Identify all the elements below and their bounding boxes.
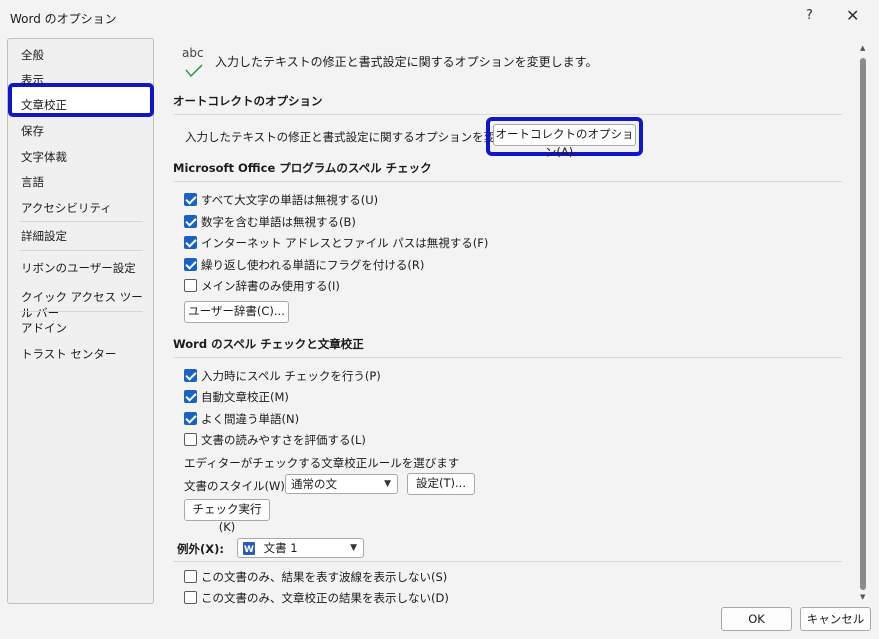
panel-description: 入力したテキストの修正と書式設定に関するオプションを変更します。 [215,55,598,69]
ok-button[interactable]: OK [721,607,792,631]
writing-style-select[interactable]: 通常の文 ▼ [285,474,398,494]
close-button[interactable]: ✕ [846,6,859,25]
writing-style-value: 通常の文 [291,477,337,491]
section-divider [173,181,842,182]
sidebar-item-trust-center[interactable]: トラスト センター [21,346,116,362]
checkbox-unchecked[interactable] [184,591,197,604]
checkbox-checked[interactable] [184,390,197,403]
word-document-icon [243,541,255,559]
checkbox-unchecked[interactable] [184,570,197,583]
sidebar-item-advanced[interactable]: 詳細設定 [21,228,67,244]
section-divider [173,114,842,115]
vertical-scrollbar[interactable]: ▲ ▼ [856,38,872,604]
checkbox-label: 繰り返し使われる単語にフラグを付ける(R) [201,258,425,272]
sidebar-item-addins[interactable]: アドイン [21,320,67,336]
checkbox-label: 自動文章校正(M) [201,390,289,404]
section-title-autocorrect: オートコレクトのオプション [173,94,323,108]
sidebar-divider [20,250,143,251]
checkbox-checked[interactable] [184,236,197,249]
checkbox-unchecked[interactable] [184,279,197,292]
grammar-settings-button[interactable]: 設定(T)... [407,473,475,495]
sidebar-item-save[interactable]: 保存 [21,123,44,139]
checkbox-checked[interactable] [184,258,197,271]
checkbox-checked[interactable] [184,412,197,425]
checkbox-label: すべて大文字の単語は無視する(U) [201,193,379,207]
checkbox-label: この文書のみ、文章校正の結果を表示しない(D) [201,591,449,605]
chevron-down-icon: ▼ [384,479,391,489]
proofing-panel: abc 入力したテキストの修正と書式設定に関するオプションを変更します。 オート… [160,38,857,605]
sidebar-item-qat[interactable]: クイック アクセス ツール バー [21,289,153,321]
title-bar: Word のオプション ? ✕ [0,0,879,36]
checkbox-label: 数字を含む単語は無視する(B) [201,215,356,229]
sidebar-item-proofing[interactable]: 文章校正 [21,97,67,113]
scroll-down-arrow-icon[interactable]: ▼ [860,593,865,601]
sidebar-nav: 全般 表示 文章校正 保存 文字体裁 言語 アクセシビリティ 詳細設定 リボンの… [7,38,154,604]
checkbox-checked[interactable] [184,193,197,206]
sidebar-divider [20,311,143,312]
autocorrect-options-button[interactable]: オートコレクトのオプション(A)... [493,124,636,159]
window-title: Word のオプション [10,12,117,26]
cancel-button[interactable]: キャンセル [800,607,871,631]
custom-dictionaries-button[interactable]: ユーザー辞書(C)... [184,301,289,323]
exceptions-document-select[interactable]: 文書 1 ▼ [237,538,364,559]
proofing-abc-check-icon: abc [182,46,212,80]
checkbox-label: よく間違う単語(N) [201,412,300,426]
checkbox-checked[interactable] [184,369,197,382]
sidebar-item-display[interactable]: 表示 [21,72,44,88]
exceptions-document-value: 文書 1 [263,541,298,555]
sidebar-item-ribbon[interactable]: リボンのユーザー設定 [21,260,136,276]
chevron-down-icon: ▼ [350,543,357,553]
section-divider [173,561,842,562]
checkbox-label: インターネット アドレスとファイル パスは無視する(F) [201,236,489,250]
grammar-rules-text: エディターがチェックする文章校正ルールを選びます [184,456,460,470]
section-divider [173,357,842,358]
checkbox-label: メイン辞書のみ使用する(I) [201,279,340,293]
sidebar-item-general[interactable]: 全般 [21,47,44,63]
sidebar-divider [20,221,143,222]
writing-style-label: 文書のスタイル(W): [184,479,289,493]
scrollbar-thumb[interactable] [860,58,866,590]
sidebar-item-typography[interactable]: 文字体裁 [21,149,67,165]
exceptions-label: 例外(X): [177,542,224,556]
checkbox-checked[interactable] [184,215,197,228]
checkbox-unchecked[interactable] [184,433,197,446]
help-button[interactable]: ? [806,8,813,23]
recheck-document-button[interactable]: チェック実行(K) [184,499,270,534]
section-title-word-spelling: Word のスペル チェックと文章校正 [173,337,364,351]
checkbox-label: この文書のみ、結果を表す波線を表示しない(S) [201,570,448,584]
scroll-up-arrow-icon[interactable]: ▲ [860,44,865,52]
checkbox-label: 文書の読みやすさを評価する(L) [201,433,366,447]
checkbox-label: 入力時にスペル チェックを行う(P) [201,369,381,383]
sidebar-item-language[interactable]: 言語 [21,174,44,190]
sidebar-item-accessibility[interactable]: アクセシビリティ [21,200,112,216]
section-title-office-spelling: Microsoft Office プログラムのスペル チェック [173,161,432,175]
